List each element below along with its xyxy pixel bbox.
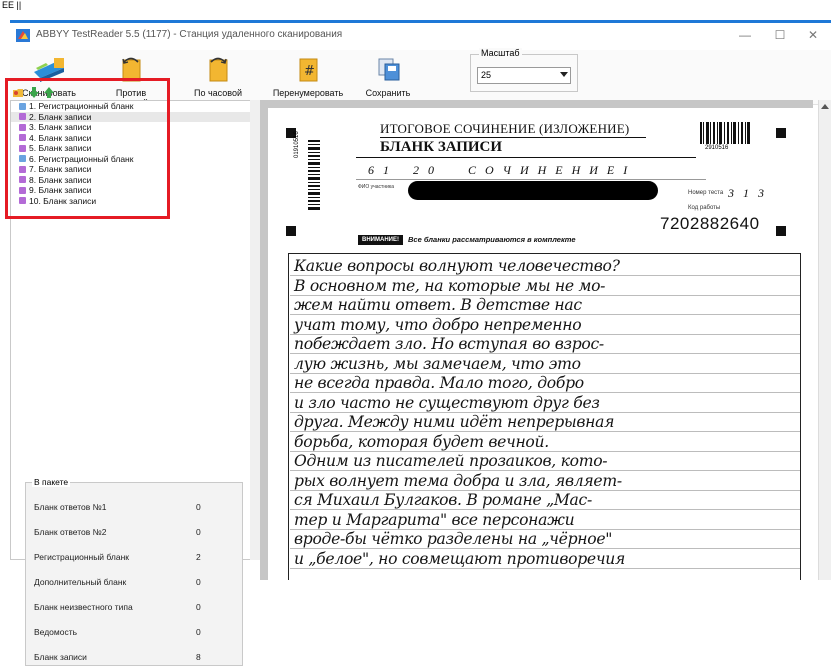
- handwritten-line: и „белое", но совмещают противоречия: [294, 549, 625, 568]
- packet-row-label: Бланк неизвестного типа: [34, 602, 133, 612]
- barcode-right-text: 2910516: [705, 145, 729, 151]
- packet-row: Ведомость 0: [34, 627, 234, 637]
- close-button[interactable]: ✕: [798, 26, 828, 44]
- writing-line: [290, 567, 800, 569]
- handwritten-line: борьба, которая будет вечной.: [294, 432, 549, 451]
- abbyy-app-icon: [16, 29, 30, 42]
- title-rule: [380, 137, 646, 138]
- chevron-down-icon: [560, 72, 568, 77]
- renumber-label: Перенумеровать: [272, 88, 344, 98]
- handwritten-line: Одним из писателей прозаиков, кото-: [294, 452, 608, 470]
- writing-line: [290, 509, 800, 510]
- packet-row-count: 0: [196, 627, 201, 637]
- packet-row: Бланк ответов №2 0: [34, 527, 234, 537]
- packet-row-label: Дополнительный бланк: [34, 577, 127, 587]
- writing-line: [290, 353, 800, 354]
- handwritten-line: В основном те, на которые мы не мо-: [294, 276, 606, 295]
- handwritten-line: побеждает зло. Но вступая во взрос-: [294, 335, 604, 353]
- vertical-scrollbar[interactable]: [818, 100, 831, 580]
- renumber-button[interactable]: # Перенумеровать: [272, 56, 344, 100]
- packet-summary: В пакете Бланк ответов №1 0 Бланк ответов …: [25, 477, 243, 666]
- field-rule: [356, 179, 706, 180]
- packet-row-count: 0: [196, 577, 201, 587]
- packet-row-count: 0: [196, 602, 201, 612]
- window-fragment-label: ЕЕ ||: [2, 0, 22, 10]
- corner-marker: [776, 226, 786, 236]
- handwritten-line: рых волнует тема добра и зла, являет-: [294, 471, 622, 490]
- document-title: ИТОГОВОЕ СОЧИНЕНИЕ (ИЗЛОЖЕНИЕ): [380, 121, 630, 136]
- sheet-number-label: Номер теста: [688, 190, 724, 196]
- writing-line: [290, 431, 800, 432]
- handwritten-line: тер и Маргарита" все персонажи: [294, 510, 575, 529]
- handwritten-line: вроде-бы чётко разделены на „чёрное": [294, 530, 613, 548]
- region-code: 6 1: [368, 163, 392, 177]
- blank-title: БЛАНК ЗАПИСИ: [380, 139, 503, 155]
- redacted-name: [408, 181, 658, 200]
- packet-row-label: Бланк записи: [34, 652, 87, 662]
- corner-marker: [776, 128, 786, 138]
- work-code-label: Код работы: [688, 205, 721, 211]
- panel-splitter[interactable]: [250, 100, 260, 560]
- scale-label: Масштаб: [479, 48, 522, 58]
- handwritten-line: ся Михаил Булгаков. В романе „Мас-: [294, 491, 592, 509]
- packet-row-count: 0: [196, 502, 201, 512]
- handwritten-line: жем найти ответ. В детстве нас: [294, 296, 582, 314]
- handwritten-line: лую жизнь, мы замечаем, что это: [294, 354, 581, 373]
- barcode-left: [308, 140, 320, 210]
- scale-value: 25: [481, 70, 492, 80]
- packet-row-label: Регистрационный бланк: [34, 552, 130, 562]
- warning-badge: ВНИМАНИЕ!: [358, 235, 403, 245]
- save-label: Сохранить: [365, 88, 411, 98]
- corner-marker: [286, 226, 296, 236]
- writing-line: [290, 314, 800, 315]
- scale-select[interactable]: 25: [477, 67, 571, 84]
- svg-text:#: #: [304, 64, 315, 79]
- handwritten-line: друга. Между ними идёт непрерывная: [294, 413, 615, 431]
- packet-row-count: 8: [196, 652, 201, 662]
- scanned-page: 01910516 2910516 ИТОГОВОЕ СОЧИНЕНИЕ (ИЗЛ…: [268, 108, 813, 580]
- packet-row: Бланк ответов №1 0: [34, 502, 234, 512]
- sheet-number: 3 1 3: [728, 186, 767, 200]
- handwritten-line: учат тому, что добро непременно: [294, 315, 582, 334]
- handwritten-line: не всегда правда. Мало того, добро: [294, 374, 584, 392]
- packet-row: Бланк неизвестного типа 0: [34, 602, 234, 612]
- work-type-code: 2 0: [413, 163, 437, 177]
- packet-row: Бланк записи 8: [34, 652, 234, 662]
- writing-line: [290, 548, 800, 549]
- packet-row-label: Бланк ответов №2: [34, 527, 107, 537]
- rotate-clockwise-icon: [209, 57, 228, 82]
- fio-label: ФИО участника: [358, 184, 394, 190]
- minimize-button[interactable]: —: [730, 26, 760, 44]
- save-icon: [378, 58, 400, 81]
- save-button[interactable]: Сохранить: [360, 56, 416, 100]
- packet-row: Дополнительный бланк 0: [34, 577, 234, 587]
- renumber-icon: #: [299, 58, 318, 82]
- title-bar: ABBYY TestReader 5.5 (1177) - Станция уд…: [10, 23, 831, 50]
- handwritten-line: Какие вопросы волнуют человечество?: [294, 257, 620, 275]
- barcode-left-text: 01910516: [294, 131, 300, 158]
- writing-line: [290, 392, 800, 393]
- highlight-annotation: [5, 78, 170, 219]
- writing-line: [290, 470, 800, 471]
- packet-row-count: 2: [196, 552, 201, 562]
- scroll-up-icon[interactable]: [821, 104, 829, 109]
- work-code: 7202882640: [660, 214, 760, 233]
- packet-title: В пакете: [32, 477, 71, 487]
- handwritten-line: и зло часто не существуют друг без: [294, 393, 600, 412]
- header-rule: [356, 157, 696, 158]
- packet-row-label: Ведомость: [34, 627, 78, 637]
- scale-group: Масштаб 25: [470, 48, 578, 92]
- packet-row-count: 0: [196, 527, 201, 537]
- writing-line: [290, 275, 800, 276]
- packet-row: Регистрационный бланк 2: [34, 552, 234, 562]
- packet-row-label: Бланк ответов №1: [34, 502, 107, 512]
- work-type-name: С О Ч И Н Е Н И Е I: [468, 163, 631, 177]
- maximize-button[interactable]: ☐: [765, 26, 795, 44]
- window-title: ABBYY TestReader 5.5 (1177) - Станция уд…: [36, 29, 343, 40]
- warning-text: Все бланки рассматриваются в комплекте: [408, 235, 576, 244]
- image-viewer[interactable]: 01910516 2910516 ИТОГОВОЕ СОЧИНЕНИЕ (ИЗЛ…: [260, 100, 813, 580]
